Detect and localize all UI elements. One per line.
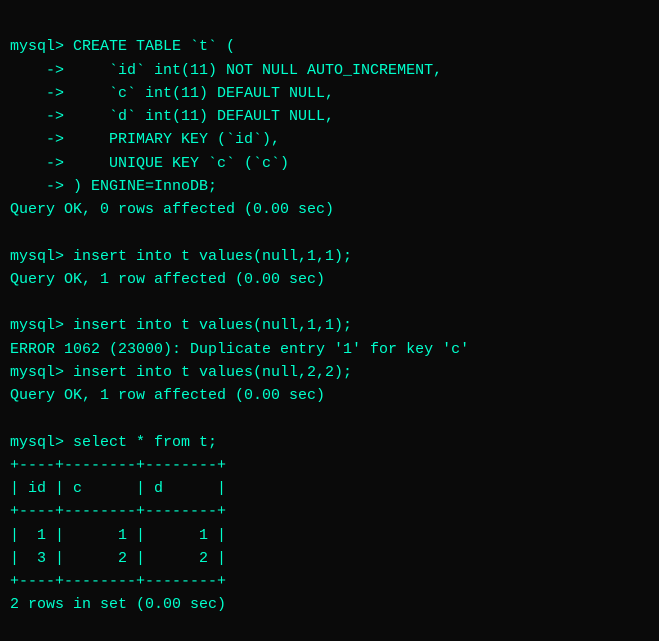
terminal-output: mysql> CREATE TABLE `t` ( -> `id` int(11… bbox=[10, 12, 649, 617]
terminal-line: -> PRIMARY KEY (`id`), bbox=[10, 128, 649, 151]
terminal-line: +----+--------+--------+ bbox=[10, 454, 649, 477]
terminal-line bbox=[10, 407, 649, 430]
terminal-line: -> `d` int(11) DEFAULT NULL, bbox=[10, 105, 649, 128]
terminal-line: mysql> insert into t values(null,1,1); bbox=[10, 314, 649, 337]
terminal-line: | 1 | 1 | 1 | bbox=[10, 524, 649, 547]
terminal-line: mysql> CREATE TABLE `t` ( bbox=[10, 35, 649, 58]
terminal-line: ERROR 1062 (23000): Duplicate entry '1' … bbox=[10, 338, 649, 361]
terminal-line: Query OK, 1 row affected (0.00 sec) bbox=[10, 268, 649, 291]
terminal-line bbox=[10, 221, 649, 244]
terminal-line bbox=[10, 291, 649, 314]
terminal-line: Query OK, 1 row affected (0.00 sec) bbox=[10, 384, 649, 407]
terminal-line: Query OK, 0 rows affected (0.00 sec) bbox=[10, 198, 649, 221]
terminal-line: | id | c | d | bbox=[10, 477, 649, 500]
terminal-line: -> ) ENGINE=InnoDB; bbox=[10, 175, 649, 198]
terminal-line: 2 rows in set (0.00 sec) bbox=[10, 593, 649, 616]
terminal-line: +----+--------+--------+ bbox=[10, 570, 649, 593]
terminal-line: | 3 | 2 | 2 | bbox=[10, 547, 649, 570]
terminal-line: mysql> insert into t values(null,1,1); bbox=[10, 245, 649, 268]
terminal-line: -> `id` int(11) NOT NULL AUTO_INCREMENT, bbox=[10, 59, 649, 82]
terminal-line: mysql> insert into t values(null,2,2); bbox=[10, 361, 649, 384]
terminal-line: -> UNIQUE KEY `c` (`c`) bbox=[10, 152, 649, 175]
terminal-line: mysql> select * from t; bbox=[10, 431, 649, 454]
terminal-line: -> `c` int(11) DEFAULT NULL, bbox=[10, 82, 649, 105]
terminal-line: +----+--------+--------+ bbox=[10, 500, 649, 523]
